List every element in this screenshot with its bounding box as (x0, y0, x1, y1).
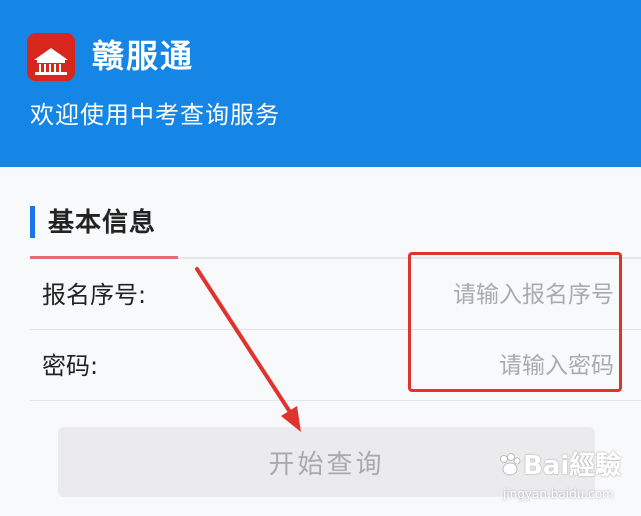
baidu-watermark: Bai經驗 jingyan.baidu.com (493, 442, 641, 516)
password-label: 密码: (42, 352, 99, 380)
app-name: 赣服通 (92, 37, 195, 75)
annotation-highlight-box (408, 252, 622, 392)
watermark-url: jingyan.baidu.com (503, 487, 614, 501)
baidu-paw-icon (500, 453, 521, 476)
app-header: 赣服通 欢迎使用中考查询服务 (0, 0, 641, 167)
section-accent-bar (30, 206, 35, 238)
registration-number-label: 报名序号: (42, 281, 147, 309)
section-title: 基本信息 (48, 208, 157, 238)
watermark-brand: Bai經驗 (523, 451, 622, 481)
gate-building-logo-icon (27, 33, 75, 81)
welcome-subtitle: 欢迎使用中考查询服务 (30, 101, 280, 129)
